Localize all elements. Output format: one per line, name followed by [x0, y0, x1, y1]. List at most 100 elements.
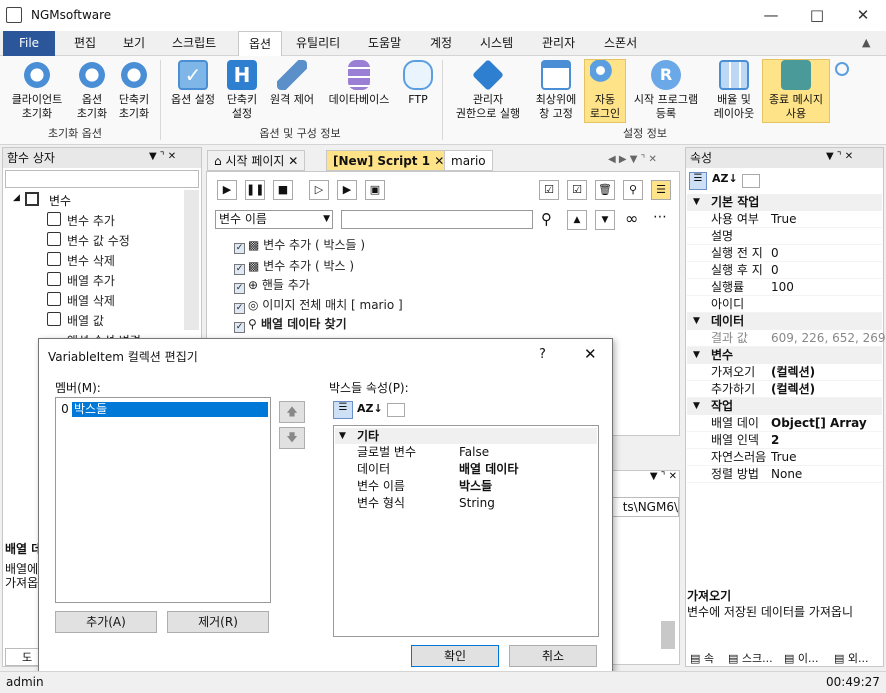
tab-external[interactable]: ▤ 외...: [834, 650, 869, 666]
property-pages-icon[interactable]: [387, 403, 405, 417]
property-category[interactable]: ▼ 작업: [687, 398, 882, 415]
hotkey-settings-button[interactable]: H 단축키 설정: [222, 60, 262, 121]
property-category[interactable]: ▼ 데이터: [687, 313, 882, 330]
property-row[interactable]: 배열 인덱 2: [687, 432, 882, 449]
categorized-icon[interactable]: ☰: [333, 401, 353, 419]
check-all-icon[interactable]: ☑: [539, 180, 559, 200]
maximize-button[interactable]: □: [794, 0, 840, 31]
tab-script[interactable]: 스크립트: [162, 31, 226, 56]
collapse-icon[interactable]: ▼: [693, 194, 700, 211]
panel-menu-icon[interactable]: ▼ ⌝ ✕: [149, 151, 176, 162]
ribbon-collapse-icon[interactable]: ▲: [862, 36, 870, 49]
down-arrow-icon[interactable]: ▼: [595, 210, 615, 230]
checkbox-icon[interactable]: ✓: [234, 243, 245, 254]
tab-file[interactable]: File: [3, 31, 55, 56]
tab-mario[interactable]: mario: [444, 150, 493, 171]
property-row[interactable]: 실행 후 지0: [687, 262, 882, 279]
stop-icon[interactable]: ■: [273, 180, 293, 200]
grid-row[interactable]: 변수 형식 String: [335, 495, 598, 512]
sort-alpha-icon[interactable]: AZ↓: [712, 172, 738, 185]
property-row[interactable]: 설명: [687, 228, 882, 245]
checkbox-icon[interactable]: ✓: [234, 283, 245, 294]
step-row[interactable]: ✓ ◎ 이미지 전체 매치 [ mario ]: [234, 296, 403, 314]
tab-account[interactable]: 계정: [420, 31, 462, 56]
property-pages-icon[interactable]: [742, 174, 760, 188]
property-category[interactable]: ▼ 변수: [687, 347, 882, 364]
tree-item-array-value[interactable]: 배열 값: [67, 312, 104, 329]
categorized-icon[interactable]: ☰: [689, 172, 707, 190]
collapse-icon[interactable]: ▼: [339, 428, 346, 444]
database-button[interactable]: 데이타베이스: [322, 60, 396, 107]
tab-options[interactable]: 옵션: [238, 31, 283, 56]
property-row[interactable]: 사용 여부 True: [687, 211, 882, 228]
search-input[interactable]: [341, 210, 533, 229]
grid-row[interactable]: 데이터 배열 데이타: [335, 461, 598, 478]
play-outline-icon[interactable]: ▷: [309, 180, 329, 200]
property-row[interactable]: 아이디: [687, 296, 882, 313]
property-row[interactable]: 실행 전 지0: [687, 245, 882, 262]
tree-scrollbar[interactable]: [184, 190, 199, 330]
cancel-button[interactable]: 취소: [509, 645, 597, 667]
pause-icon[interactable]: ❚❚: [245, 180, 265, 200]
tree-view-icon[interactable]: ☰: [651, 180, 671, 200]
checkbox-icon[interactable]: ✓: [234, 303, 245, 314]
tree-root-variables[interactable]: 변수: [49, 192, 71, 209]
sort-alpha-icon[interactable]: AZ↓: [357, 402, 383, 415]
find-icon[interactable]: ⚲: [541, 210, 552, 228]
scale-layout-button[interactable]: 배율 및 레이아웃: [708, 60, 760, 121]
close-button[interactable]: ✕: [840, 0, 886, 31]
tab-sponsor[interactable]: 스폰서: [594, 31, 647, 56]
property-row[interactable]: 가져오기 (컬렉션): [687, 364, 882, 381]
dialog-close-icon[interactable]: ✕: [584, 345, 597, 363]
tree-item-delete-array[interactable]: 배열 삭제: [67, 292, 115, 309]
tree-item-add-variable[interactable]: 변수 추가: [67, 212, 115, 229]
bottom-tab-toolbox[interactable]: 도: [5, 648, 39, 666]
tree-item-add-array[interactable]: 배열 추가: [67, 272, 115, 289]
step-row[interactable]: ✓ ⚲ 배열 데이타 찾기: [234, 315, 347, 333]
function-search-input[interactable]: [5, 170, 199, 188]
close-tab-icon[interactable]: ✕: [288, 154, 298, 168]
add-button[interactable]: 추가(A): [55, 611, 157, 633]
property-category[interactable]: ▼ 기본 작업: [687, 194, 882, 211]
remote-control-button[interactable]: 원격 제어: [264, 60, 320, 107]
checkbox-icon[interactable]: ✓: [234, 322, 245, 333]
startup-register-button[interactable]: R 시작 프로그램 등록: [628, 60, 704, 121]
grid-row[interactable]: 변수 이름 박스들: [335, 478, 598, 495]
delete-icon[interactable]: 🗑: [595, 180, 615, 200]
option-reset-button[interactable]: 옵션 초기화: [72, 60, 112, 121]
property-row[interactable]: 정렬 방법 None: [687, 466, 882, 483]
exit-message-button[interactable]: 종료 메시지 사용: [762, 59, 830, 123]
ok-button[interactable]: 확인: [411, 645, 499, 667]
tab-nav-icons[interactable]: ◀ ▶ ▼ ⌝ ✕: [608, 154, 657, 165]
tab-admin[interactable]: 관리자: [532, 31, 585, 56]
members-list[interactable]: 0 박스들: [55, 397, 271, 603]
run-as-admin-button[interactable]: 관리자 권한으로 실행: [446, 59, 530, 121]
auto-login-button[interactable]: 자동 로그인: [584, 59, 626, 123]
minimize-button[interactable]: —: [748, 0, 794, 31]
property-row[interactable]: 자연스러음 True: [687, 449, 882, 466]
tab-utility[interactable]: 유틸리티: [286, 31, 350, 56]
infinity-icon[interactable]: ∞: [625, 209, 638, 228]
field-dropdown[interactable]: 변수 이름 ▼: [215, 210, 333, 229]
property-row[interactable]: 배열 데이 Object[] Array: [687, 415, 882, 432]
collapse-icon[interactable]: ▼: [693, 398, 700, 415]
close-tab-icon[interactable]: ✕: [434, 154, 444, 168]
property-row[interactable]: 실행률 100: [687, 279, 882, 296]
play-icon[interactable]: ▶: [217, 180, 237, 200]
property-row[interactable]: 추가하기 (컬렉션): [687, 381, 882, 398]
move-down-icon[interactable]: 🡇: [279, 427, 305, 449]
member-item[interactable]: 박스들: [72, 402, 268, 417]
tab-system[interactable]: 시스템: [470, 31, 523, 56]
ftp-button[interactable]: FTP: [398, 60, 438, 107]
tab-view[interactable]: 보기: [113, 31, 155, 56]
tree-item-edit-variable[interactable]: 변수 값 수정: [67, 232, 130, 249]
step-row[interactable]: ✓ ▩ 변수 추가 ( 박스들 ): [234, 236, 365, 254]
collapse-icon[interactable]: ▼: [693, 313, 700, 330]
panel-menu-icon[interactable]: ▼ ⌝ ✕: [826, 151, 853, 162]
tab-properties[interactable]: ▤ 속: [690, 650, 714, 666]
step-icon[interactable]: ▶: [337, 180, 357, 200]
tab-start-page[interactable]: ⌂ 시작 페이지 ✕: [207, 150, 306, 171]
up-arrow-icon[interactable]: ▲: [567, 210, 587, 230]
output-scrollbar[interactable]: [661, 621, 675, 649]
more-icon[interactable]: ⋯: [653, 209, 667, 225]
